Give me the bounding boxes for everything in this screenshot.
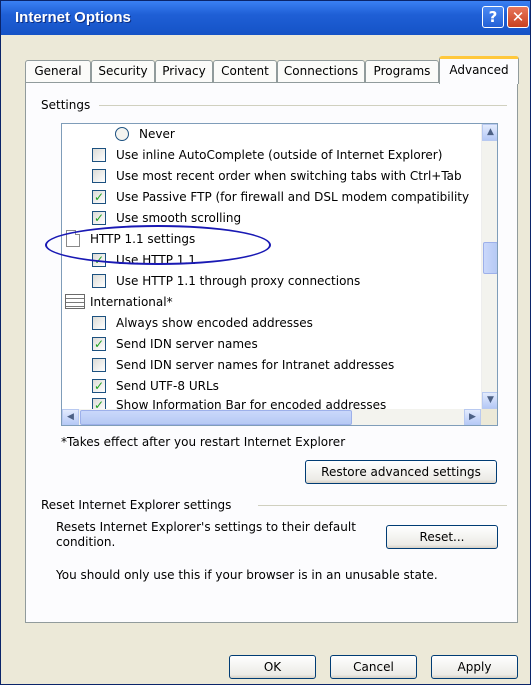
tab-connections[interactable]: Connections <box>277 60 365 83</box>
internet-options-window: Internet Options ? ✕ General Security Pr… <box>0 0 531 685</box>
reset-button[interactable]: Reset... <box>386 525 498 549</box>
checkbox-send-utf8[interactable]: ✓ <box>92 379 106 393</box>
reset-group-label: Reset Internet Explorer settings <box>39 498 234 512</box>
scroll-left-button[interactable]: ◀ <box>62 409 79 425</box>
scroll-right-button[interactable]: ▶ <box>464 409 481 425</box>
category-label: International* <box>90 295 173 309</box>
document-icon <box>66 230 80 247</box>
list-item-label: Use inline AutoComplete (outside of Inte… <box>116 148 443 162</box>
tab-programs[interactable]: Programs <box>365 60 439 83</box>
settings-group-label: Settings <box>38 98 94 112</box>
checkbox-smooth-scrolling[interactable]: ✓ <box>92 211 106 225</box>
help-button[interactable]: ? <box>482 6 504 28</box>
list-item-label: Send IDN server names for Intranet addre… <box>116 358 395 372</box>
close-button[interactable]: ✕ <box>507 6 529 28</box>
window-title: Internet Options <box>15 9 131 26</box>
tab-privacy[interactable]: Privacy <box>155 60 213 83</box>
list-item-label: Send UTF-8 URLs <box>116 379 219 393</box>
checkbox-http11-proxy[interactable] <box>92 274 106 288</box>
checkbox-passive-ftp[interactable]: ✓ <box>92 190 106 204</box>
restore-advanced-settings-button[interactable]: Restore advanced settings <box>305 460 497 484</box>
scroll-down-button[interactable]: ▼ <box>482 392 497 409</box>
tab-advanced[interactable]: Advanced <box>439 56 519 84</box>
scrollbar-corner <box>481 409 497 425</box>
checkbox-use-http11[interactable]: ✓ <box>92 253 106 267</box>
vertical-scrollbar[interactable]: ▲ ▼ <box>481 124 497 409</box>
list-item-label: Use most recent order when switching tab… <box>116 169 462 183</box>
list-item-label: Send IDN server names <box>116 337 258 351</box>
radio-never[interactable] <box>115 127 129 141</box>
reset-warning: You should only use this if your browser… <box>56 568 438 582</box>
list-item-label: Never <box>139 127 175 141</box>
checkbox-send-idn-intranet[interactable] <box>92 358 106 372</box>
close-icon: ✕ <box>511 8 525 26</box>
horizontal-scrollbar[interactable]: ◀ ▶ <box>62 409 481 425</box>
checkbox-inline-autocomplete[interactable] <box>92 148 106 162</box>
settings-group-divider <box>99 105 507 106</box>
help-icon: ? <box>488 8 498 26</box>
horizontal-scroll-thumb[interactable] <box>80 410 352 425</box>
cancel-button[interactable]: Cancel <box>330 655 417 679</box>
chevron-left-icon: ◀ <box>67 412 74 422</box>
checkbox-show-encoded-addresses[interactable] <box>92 316 106 330</box>
reset-group-divider <box>258 505 507 506</box>
tab-security[interactable]: Security <box>91 60 155 83</box>
checkbox-recent-order-tabs[interactable] <box>92 169 106 183</box>
tab-general[interactable]: General <box>25 60 91 83</box>
list-item-label: Use Passive FTP (for firewall and DSL mo… <box>116 190 470 204</box>
tab-content[interactable]: Content <box>213 60 277 83</box>
checkbox-send-idn[interactable]: ✓ <box>92 337 106 351</box>
chevron-up-icon: ▲ <box>487 127 494 137</box>
title-bar[interactable]: Internet Options ? ✕ <box>1 1 530 35</box>
list-item-label: Use HTTP 1.1 <box>116 253 196 267</box>
ok-button[interactable]: OK <box>229 655 316 679</box>
chevron-right-icon: ▶ <box>469 412 476 422</box>
settings-list[interactable]: Never Use inline AutoComplete (outside o… <box>61 123 498 426</box>
apply-button[interactable]: Apply <box>431 655 518 679</box>
list-grid-icon <box>65 294 85 309</box>
list-item-label: Always show encoded addresses <box>116 316 313 330</box>
reset-description: Resets Internet Explorer's settings to t… <box>56 520 356 549</box>
chevron-down-icon: ▼ <box>487 395 494 405</box>
list-item-label: Use HTTP 1.1 through proxy connections <box>116 274 361 288</box>
category-label: HTTP 1.1 settings <box>90 232 196 246</box>
vertical-scroll-thumb[interactable] <box>483 242 497 274</box>
restart-note: *Takes effect after you restart Internet… <box>61 435 346 449</box>
list-item-label: Use smooth scrolling <box>116 211 242 225</box>
scroll-up-button[interactable]: ▲ <box>482 124 497 141</box>
